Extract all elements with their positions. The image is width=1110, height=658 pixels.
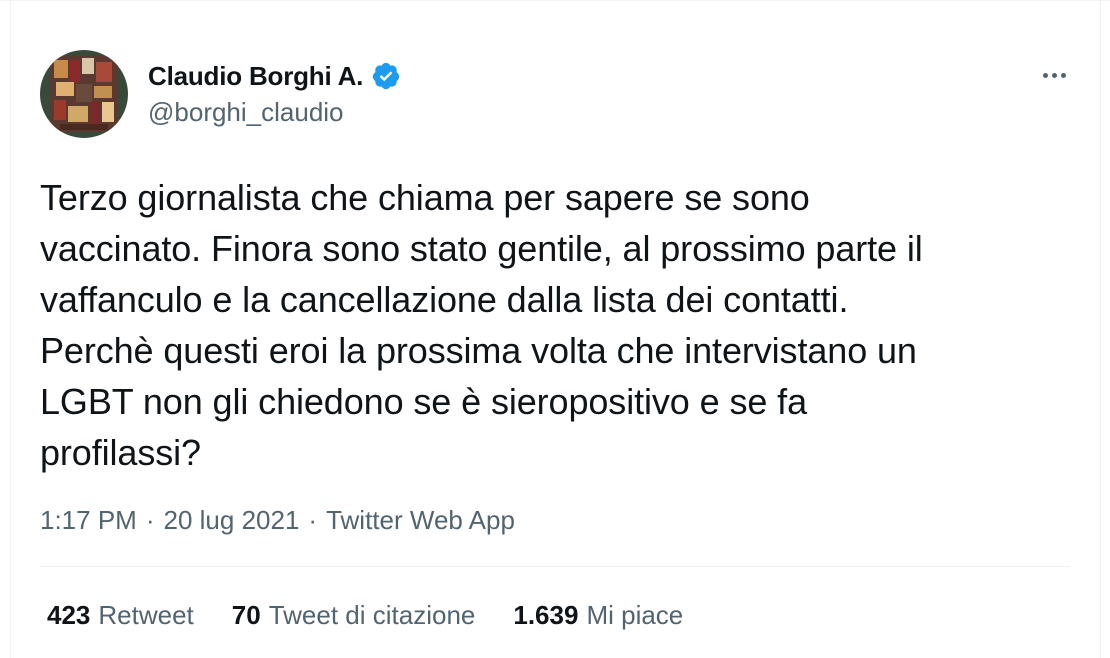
more-options-icon[interactable] [1036,62,1072,88]
tweet-metadata: 1:17 PM · 20 lug 2021 · Twitter Web App [40,505,515,536]
divider [40,566,1070,567]
avatar[interactable] [40,50,128,138]
quote-tweets-count: 70 [231,600,261,630]
likes-count: 1.639 [513,600,579,630]
tweet-stats: 423 Retweet 70 Tweet di citazione 1.639 … [47,600,721,631]
avatar-image [40,50,128,138]
author-display-name[interactable]: Claudio Borghi A. [148,61,363,92]
retweets-count: 423 [47,600,91,630]
tweet-timestamp-date[interactable]: 20 lug 2021 [164,505,300,536]
retweets-stat[interactable]: 423 Retweet [47,600,194,631]
tweet-source-link[interactable]: Twitter Web App [326,505,515,536]
more-dot [1042,72,1048,78]
more-dot [1051,72,1057,78]
card-right-border [1100,0,1101,658]
retweets-label: Retweet [98,600,194,630]
verified-badge-icon [371,61,401,91]
meta-separator: · [308,505,318,535]
author-handle[interactable]: @borghi_claudio [148,97,344,128]
tweet-text: Terzo giornalista che chiama per sapere … [40,177,923,473]
more-dot [1060,72,1066,78]
author-name-row[interactable]: Claudio Borghi A. [148,58,401,94]
likes-label: Mi piace [586,600,684,630]
card-left-border [10,0,11,658]
likes-stat[interactable]: 1.639 Mi piace [513,600,683,631]
tweet-timestamp-time[interactable]: 1:17 PM [40,505,137,536]
quote-tweets-stat[interactable]: 70 Tweet di citazione [232,600,476,631]
quote-tweets-label: Tweet di citazione [268,600,476,630]
meta-separator: · [145,505,155,535]
